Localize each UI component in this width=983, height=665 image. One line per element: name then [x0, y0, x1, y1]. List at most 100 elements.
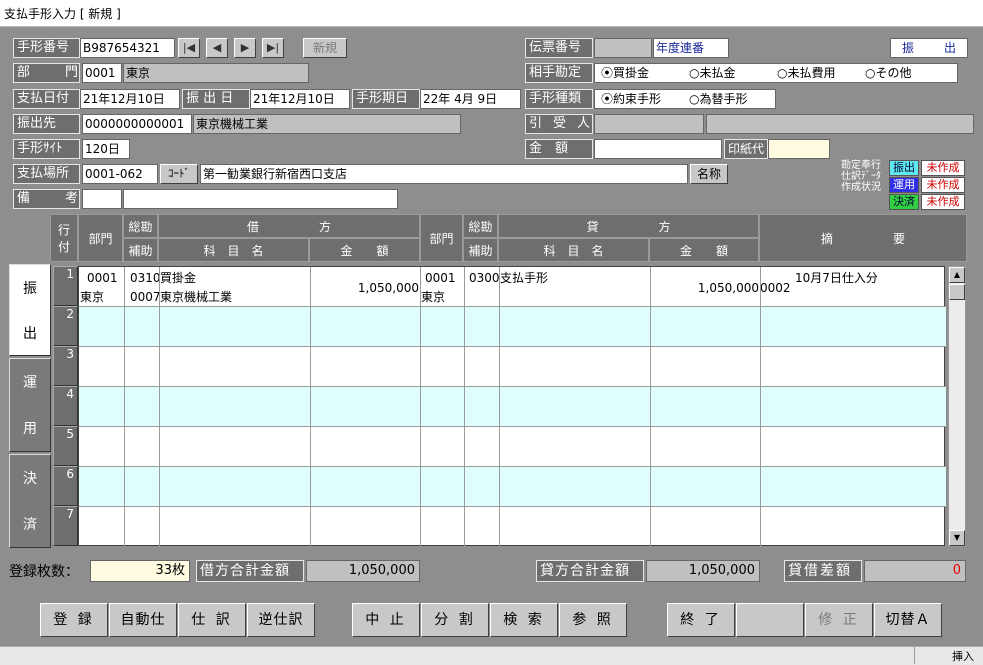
aite-option-sonota[interactable]: ○その他 — [865, 64, 912, 82]
blank-function-button[interactable] — [736, 603, 804, 637]
basho-name-field[interactable]: 第一勧業銀行新宿西口支店 — [200, 164, 688, 184]
scroll-down-icon[interactable]: ▼ — [949, 530, 965, 546]
basho-code-field[interactable]: 0001-062 — [82, 164, 158, 184]
shiharai-date-field[interactable]: 21年12月10日 — [80, 89, 180, 109]
col-c-bumon-header: 部門 — [420, 214, 463, 262]
kingaku-field[interactable] — [594, 139, 722, 159]
code-button[interactable]: ｺｰﾄﾞ — [160, 164, 198, 184]
diff-label: 貸借差額 — [784, 560, 862, 582]
furidashi-date-label: 振 出 日 — [182, 89, 250, 109]
shusei-button[interactable]: 修 正 — [805, 603, 873, 637]
col-d-hojo-header: 補助 — [123, 238, 158, 262]
tegata-no-field[interactable]: B987654321 — [80, 38, 175, 58]
row-number[interactable]: 5 — [53, 426, 78, 466]
status-panel-empty — [914, 647, 950, 664]
furidashisaki-label: 振出先 — [13, 114, 80, 134]
d-amount: 1,050,000 — [357, 281, 419, 295]
basho-label: 支払場所 — [13, 164, 80, 184]
first-record-icon[interactable]: |◀ — [178, 38, 200, 58]
kirikae-button[interactable]: 切替Ａ — [874, 603, 942, 637]
tekiyo-text: 10月7日仕入分 — [795, 271, 878, 285]
last-record-icon[interactable]: ▶| — [262, 38, 284, 58]
biko-label: 備 考 — [13, 189, 80, 209]
window-title: 支払手形入力 [ 新規 ] — [0, 0, 983, 27]
tab-kessai[interactable]: 決済 — [9, 454, 51, 548]
c-kamoku-name: 支払手形 — [500, 271, 549, 285]
denpyo-field — [594, 38, 652, 58]
row-number[interactable]: 1 — [53, 266, 78, 306]
furidashisaki-name: 東京機械工業 — [193, 114, 461, 134]
aite-option-miharai[interactable]: ○未払金 — [689, 64, 736, 82]
status-unyo-state: 未作成 — [921, 177, 965, 193]
kingaku-label: 金 額 — [525, 139, 593, 159]
shurui-option-yakusoku[interactable]: ⦿約束手形 — [601, 90, 661, 108]
table-row[interactable] — [79, 347, 946, 387]
col-d-sokan-header: 総勘 — [123, 214, 158, 238]
kijitsu-label: 手形期日 — [352, 89, 420, 109]
row-number[interactable]: 2 — [53, 306, 78, 346]
status-furidashi-badge: 振出 — [889, 160, 919, 176]
table-row[interactable] — [79, 387, 946, 427]
furidashi-date-field[interactable]: 21年12月10日 — [250, 89, 350, 109]
shurui-option-kawase[interactable]: ○為替手形 — [689, 90, 748, 108]
new-button[interactable]: 新規 — [303, 38, 347, 58]
toroku-button[interactable]: 登 録 — [40, 603, 108, 637]
aite-option-miharaihiyo[interactable]: ○未払費用 — [777, 64, 836, 82]
row-number[interactable]: 3 — [53, 346, 78, 386]
col-c-kamoku-header: 科 目 名 — [498, 238, 649, 262]
col-d-bumon-header: 部門 — [78, 214, 123, 262]
biko-text-field[interactable] — [123, 189, 398, 209]
kensaku-button[interactable]: 検 索 — [490, 603, 558, 637]
jidoshi-button[interactable]: 自動仕 — [109, 603, 177, 637]
bumon-code-field[interactable]: 0001 — [82, 63, 122, 83]
gyaku-shiwake-button[interactable]: 逆仕訳 — [247, 603, 315, 637]
next-record-icon[interactable]: ▶ — [234, 38, 256, 58]
table-row[interactable] — [79, 427, 946, 467]
bumon-label: 部 門 — [13, 63, 80, 83]
mode-badge: 振 出 — [890, 38, 968, 58]
row-number[interactable]: 4 — [53, 386, 78, 426]
status-kessai-badge: 決済 — [889, 194, 919, 210]
col-d-kamoku-header: 科 目 名 — [158, 238, 309, 262]
status-bar — [0, 646, 983, 665]
table-row[interactable] — [79, 467, 946, 507]
credit-total-value: 1,050,000 — [646, 560, 760, 582]
aite-option-kaikake[interactable]: ⦿買掛金 — [601, 64, 649, 82]
grid-scrollbar[interactable] — [948, 266, 966, 547]
tab-furidashi[interactable]: 振出 — [9, 264, 51, 356]
d-hojo-code: 0007 — [130, 290, 161, 304]
tab-unyo[interactable]: 運用 — [9, 358, 51, 452]
row-number[interactable]: 6 — [53, 466, 78, 506]
inshi-label: 印紙代 — [724, 139, 768, 159]
shuryo-button[interactable]: 終 了 — [667, 603, 735, 637]
c-amount: 1,050,000 — [697, 281, 759, 295]
d-kamoku-name: 買掛金 — [160, 271, 197, 285]
furidashisaki-code-field[interactable]: 0000000000001 — [82, 114, 192, 134]
prev-record-icon[interactable]: ◀ — [206, 38, 228, 58]
table-row[interactable] — [79, 507, 946, 547]
scroll-thumb[interactable] — [949, 284, 965, 300]
shiharai-date-label: 支払日付 — [13, 89, 80, 109]
bunkatsu-button[interactable]: 分 割 — [421, 603, 489, 637]
scroll-up-icon[interactable]: ▲ — [949, 267, 965, 283]
bumon-name: 東京 — [123, 63, 309, 83]
d-bumon-code: 0001 — [87, 271, 118, 285]
inshi-field[interactable] — [768, 139, 830, 159]
shiwake-button[interactable]: 仕 訳 — [178, 603, 246, 637]
table-row[interactable] — [79, 307, 946, 347]
sansho-button[interactable]: 参 照 — [559, 603, 627, 637]
table-row[interactable]: 0001 東京 0310 買掛金 0007 東京機械工業 1,050,000 0… — [79, 267, 946, 307]
status-kessai-state: 未作成 — [921, 194, 965, 210]
site-field[interactable]: 120日 — [82, 139, 130, 159]
chushi-button[interactable]: 中 止 — [352, 603, 420, 637]
col-c-hojo-header: 補助 — [463, 238, 498, 262]
d-bumon-name: 東京 — [80, 290, 105, 304]
row-number[interactable]: 7 — [53, 506, 78, 546]
biko-code-field[interactable] — [82, 189, 122, 209]
tegata-no-label: 手形番号 — [13, 38, 80, 58]
kijitsu-field[interactable]: 22年 4月 9日 — [420, 89, 521, 109]
count-label: 登録枚数： — [9, 564, 79, 580]
meisho-button[interactable]: 名称 — [690, 164, 728, 184]
site-label: 手形ｻｲﾄ — [13, 139, 80, 159]
journal-grid[interactable]: 0001 東京 0310 買掛金 0007 東京機械工業 1,050,000 0… — [78, 266, 946, 547]
